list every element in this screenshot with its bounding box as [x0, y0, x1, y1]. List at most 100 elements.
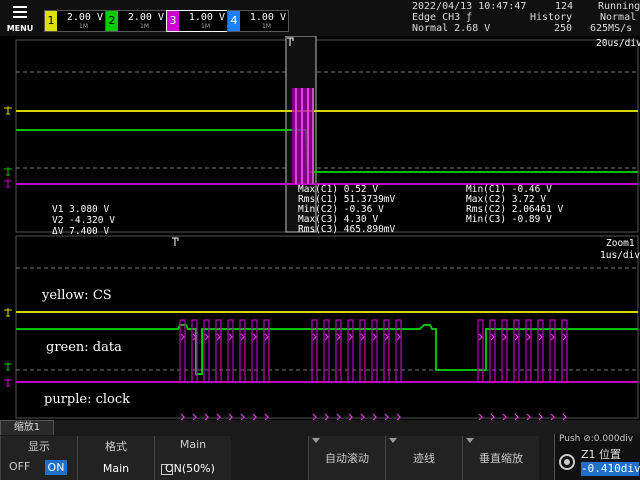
- acquisition-mode: Normal: [600, 12, 637, 23]
- channel-coupling: 1M: [79, 23, 88, 30]
- clock-edge-tick: [490, 333, 495, 341]
- vertical-zoom-softkey[interactable]: 垂直缩放: [462, 436, 539, 480]
- zoom-position-label: Z1 位置: [581, 448, 622, 461]
- right-measurement: Min(C3) -0.89 V: [466, 214, 552, 225]
- trace-softkey[interactable]: 迹线: [385, 436, 462, 480]
- annotation-cs: yellow: CS: [42, 288, 112, 303]
- sample-rate: 625MS/s: [590, 23, 633, 34]
- format-softkey[interactable]: 格式 Main: [77, 436, 154, 480]
- main-ratio-icon: [161, 464, 173, 475]
- history-label[interactable]: History: [530, 12, 572, 23]
- main-title: Main: [179, 438, 207, 451]
- clock-edge-tick: [264, 333, 269, 341]
- clock-edge-tick: [550, 333, 555, 341]
- channel-scale: 1.00 V: [249, 12, 286, 23]
- clock-edge-tick: [312, 333, 317, 341]
- channel-4-indicator[interactable]: 4 1.00 V 1M: [227, 10, 289, 32]
- zoom-trigger-marker: [172, 237, 179, 246]
- cursor-v2: V2 -4.320 V: [52, 215, 115, 226]
- top-status-bar: MENU 1 2.00 V 1M 2 2.00 V 1M 3 1.00 V 1M…: [0, 0, 640, 36]
- zoom-timebase[interactable]: 1us/div: [600, 250, 640, 261]
- clock-edge-tick: [252, 333, 257, 341]
- acquisition-count: 124: [555, 1, 574, 12]
- ch2-main-trace: [16, 129, 638, 173]
- clock-edge-tick: [396, 333, 401, 341]
- zoom-menu-tab[interactable]: 缩放1: [0, 420, 54, 435]
- submenu-arrow-icon: [466, 438, 474, 443]
- clock-edge-tick: [562, 333, 567, 341]
- clock-edge-tick: [526, 333, 531, 341]
- menu-button[interactable]: MENU: [2, 2, 38, 34]
- ch3-ground-marker: [4, 179, 12, 188]
- datetime: 2022/04/13 10:47:47: [412, 1, 527, 12]
- submenu-arrow-icon: [389, 438, 397, 443]
- format-title: 格式: [105, 440, 127, 453]
- clock-edge-tick: [216, 333, 221, 341]
- waveform-display[interactable]: 20us/div V1 3.080 V V2 -4.320 V ΔV 7.400…: [0, 36, 640, 420]
- channel-scale: 1.00 V: [188, 12, 225, 23]
- clock-edge-tick: [372, 333, 377, 341]
- channel-number: 2: [106, 11, 118, 31]
- push-hint: Push ⊘:0.000div: [559, 434, 634, 444]
- softkey-bar: 缩放1 显示 OFF ON 格式 Main Main ON(50%) 自动滚动 …: [0, 420, 640, 480]
- ch1-zoom-ground-marker: [4, 308, 12, 317]
- zoom-position-value[interactable]: -0.410div: [581, 462, 640, 476]
- channel-coupling: 1M: [262, 23, 271, 30]
- ch2-ground-marker: [4, 167, 12, 176]
- clock-edge-tick: [502, 333, 507, 341]
- zoom-window-frame: [15, 235, 639, 419]
- channel-scale: 2.00 V: [66, 12, 103, 23]
- display-on-option[interactable]: ON: [45, 460, 67, 475]
- channel-number: 4: [228, 11, 240, 31]
- clock-pulse: [477, 319, 484, 382]
- ch2-zoom-ground-marker: [4, 362, 12, 371]
- clock-edge-tick: [384, 333, 389, 341]
- clock-pulse: [179, 319, 186, 382]
- clock-edge-tick: [360, 333, 365, 341]
- clock-edge-tick: [336, 333, 341, 341]
- clock-edge-tick: [478, 333, 483, 341]
- vertical-zoom-title: 垂直缩放: [479, 452, 523, 465]
- clock-edge-tick: [538, 333, 543, 341]
- main-value: ON(50%): [165, 462, 215, 475]
- clock-edge-tick: [228, 333, 233, 341]
- channel-coupling: 1M: [140, 23, 149, 30]
- channel-3-indicator[interactable]: 3 1.00 V 1M: [166, 10, 228, 32]
- auto-scroll-softkey[interactable]: 自动滚动: [308, 436, 385, 480]
- ch3-zoom-ground-marker: [4, 378, 12, 387]
- zoom-position-control[interactable]: Push ⊘:0.000div Z1 位置 -0.410div: [554, 434, 640, 480]
- ch1-ground-marker: [4, 106, 12, 115]
- auto-scroll-title: 自动滚动: [325, 452, 369, 465]
- clock-edge-tick: [204, 333, 209, 341]
- run-status[interactable]: Running: [598, 1, 640, 12]
- channel-1-indicator[interactable]: 1 2.00 V 1M: [44, 10, 106, 32]
- channel-2-indicator[interactable]: 2 2.00 V 1M: [105, 10, 167, 32]
- annotation-clock: purple: clock: [44, 392, 131, 407]
- channel-number: 1: [45, 11, 57, 31]
- main-timebase[interactable]: 20us/div: [596, 38, 640, 49]
- menu-label: MENU: [6, 24, 34, 33]
- main-softkey[interactable]: Main ON(50%): [154, 436, 231, 480]
- knob-icon: [559, 454, 575, 470]
- display-softkey[interactable]: 显示 OFF ON: [0, 436, 77, 480]
- submenu-arrow-icon: [312, 438, 320, 443]
- trace-title: 迹线: [413, 452, 435, 465]
- clock-edge-tick: [324, 333, 329, 341]
- format-value: Main: [102, 462, 130, 475]
- display-off-option[interactable]: OFF: [9, 460, 30, 473]
- clock-edge-tick: [180, 333, 185, 341]
- channel-coupling: 1M: [201, 23, 210, 30]
- cursor-delta-v: ΔV 7.400 V: [52, 226, 110, 237]
- clock-edge-tick: [240, 333, 245, 341]
- menu-icon: [13, 6, 27, 18]
- clock-edge-tick: [514, 333, 519, 341]
- left-measurement: Rms(C3) 465.890mV: [298, 224, 396, 235]
- channel-number: 3: [167, 11, 179, 31]
- display-title: 显示: [28, 440, 50, 453]
- history-count: 250: [554, 23, 573, 34]
- cursor-v1: V1 3.080 V: [52, 204, 110, 215]
- trigger-mode[interactable]: Normal 2.68 V: [412, 23, 490, 34]
- zoom-label: Zoom1: [606, 238, 635, 249]
- trigger-setting[interactable]: Edge CH3 ƒ: [412, 12, 472, 23]
- clock-edge-tick: [348, 333, 353, 341]
